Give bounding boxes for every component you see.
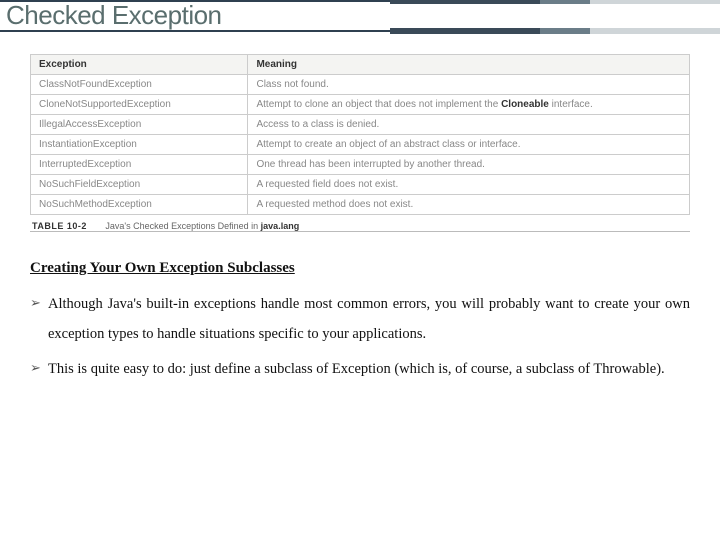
exception-meaning: Attempt to create an object of an abstra… — [248, 135, 690, 155]
title-decoration-bottom — [390, 28, 720, 34]
exception-table: Exception Meaning ClassNotFoundException… — [30, 54, 690, 215]
bullet-text: This is quite easy to do: just define a … — [48, 354, 690, 384]
exception-meaning: Attempt to clone an object that does not… — [248, 95, 690, 115]
table-header-meaning: Meaning — [248, 55, 690, 75]
exception-name: NoSuchFieldException — [31, 175, 248, 195]
exception-name: ClassNotFoundException — [31, 75, 248, 95]
table-caption: TABLE 10-2 Java's Checked Exceptions Def… — [30, 215, 690, 232]
bullet-item: ➢Although Java's built-in exceptions han… — [30, 289, 690, 350]
table-row: InterruptedExceptionOne thread has been … — [31, 155, 690, 175]
exception-name: InstantiationException — [31, 135, 248, 155]
title-decoration-top — [390, 0, 720, 4]
caption-package: java.lang — [261, 221, 300, 231]
exception-meaning: One thread has been interrupted by anoth… — [248, 155, 690, 175]
section-heading: Creating Your Own Exception Subclasses — [30, 260, 690, 277]
table-row: ClassNotFoundExceptionClass not found. — [31, 75, 690, 95]
bullet-arrow-icon: ➢ — [30, 354, 48, 383]
exception-meaning: A requested field does not exist. — [248, 175, 690, 195]
exception-meaning: Access to a class is denied. — [248, 115, 690, 135]
exception-name: InterruptedException — [31, 155, 248, 175]
table-header-exception: Exception — [31, 55, 248, 75]
table-row: IllegalAccessExceptionAccess to a class … — [31, 115, 690, 135]
exception-name: CloneNotSupportedException — [31, 95, 248, 115]
table-row: NoSuchFieldExceptionA requested field do… — [31, 175, 690, 195]
table-header-row: Exception Meaning — [31, 55, 690, 75]
exception-name: IllegalAccessException — [31, 115, 248, 135]
exception-name: NoSuchMethodException — [31, 195, 248, 215]
table-row: CloneNotSupportedExceptionAttempt to clo… — [31, 95, 690, 115]
bullet-text: Although Java's built-in exceptions hand… — [48, 289, 690, 350]
title-bar: Checked Exception — [0, 0, 720, 32]
exception-meaning: A requested method does not exist. — [248, 195, 690, 215]
bullet-arrow-icon: ➢ — [30, 289, 48, 318]
table-row: NoSuchMethodExceptionA requested method … — [31, 195, 690, 215]
bullet-item: ➢This is quite easy to do: just define a… — [30, 354, 690, 384]
caption-text: Java's Checked Exceptions Defined in — [105, 221, 260, 231]
table-row: InstantiationExceptionAttempt to create … — [31, 135, 690, 155]
content-area: Exception Meaning ClassNotFoundException… — [0, 32, 720, 384]
exception-meaning: Class not found. — [248, 75, 690, 95]
caption-label: TABLE 10-2 — [32, 221, 87, 231]
